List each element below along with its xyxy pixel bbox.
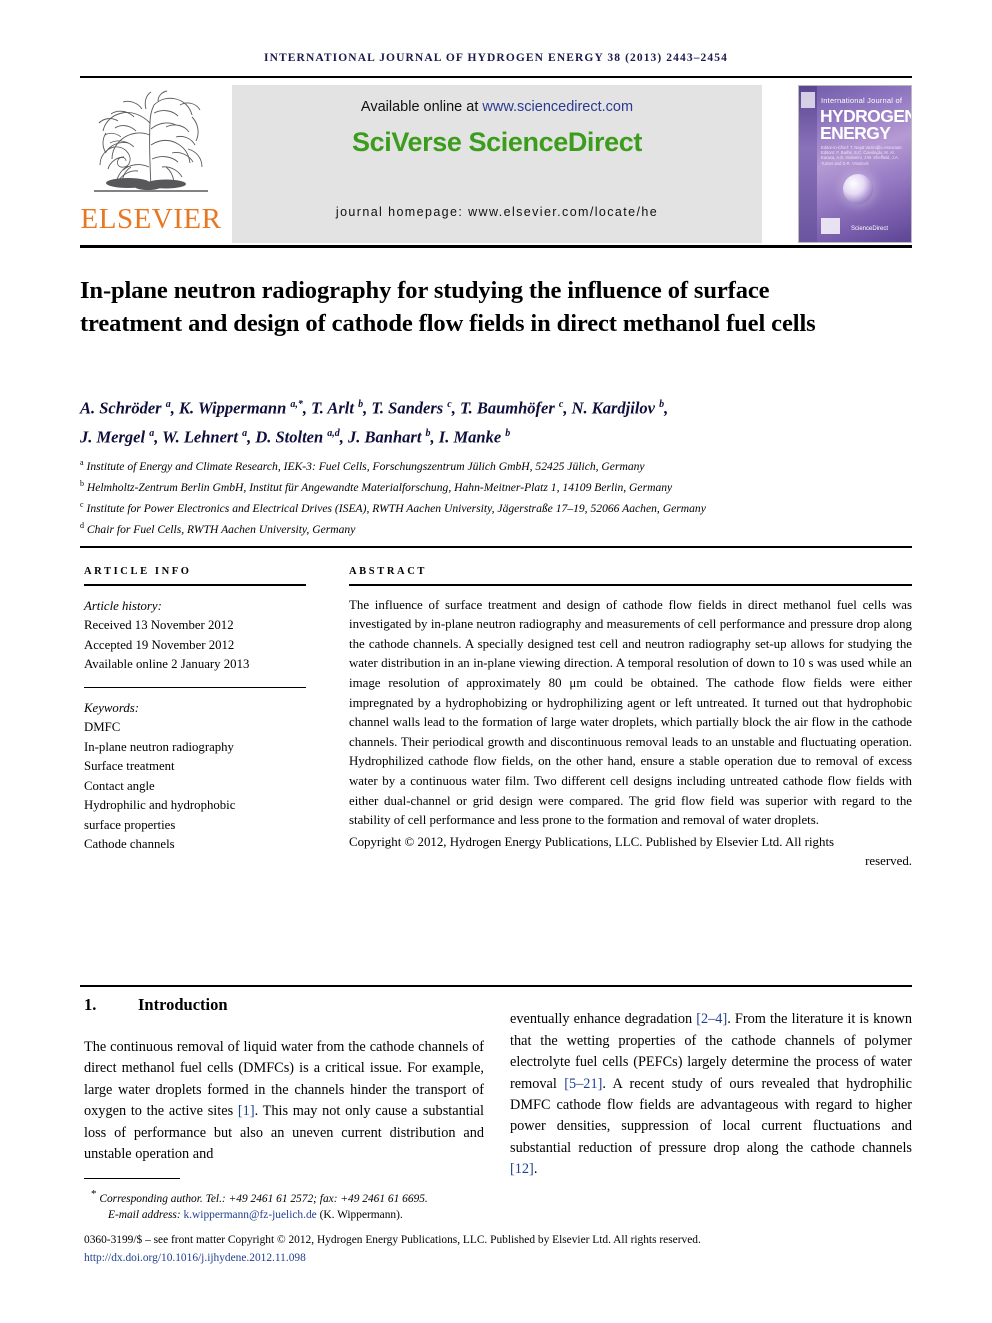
cover-title-energy: ENERGY — [820, 123, 891, 143]
email-suffix: (K. Wippermann). — [316, 1209, 403, 1222]
keyword-item: surface properties — [84, 817, 176, 832]
email-note: E-mail address: k.wippermann@fz-juelich.… — [84, 1207, 914, 1224]
keyword-item: In-plane neutron radiography — [84, 739, 234, 754]
abstract-heading-rule — [349, 584, 912, 586]
body-column-left: 1. Introduction The continuous removal of… — [84, 995, 484, 1180]
cover-hydrogen-energy-logo-icon — [821, 218, 840, 234]
affiliation-b: b Helmholtz-Zentrum Berlin GmbH, Institu… — [80, 478, 673, 494]
cover-spine — [799, 86, 817, 242]
article-history-received: Received 13 November 2012 — [84, 618, 234, 633]
article-history-label: Article history: — [84, 598, 162, 613]
citation-ref[interactable]: [5–21] — [564, 1076, 602, 1092]
keyword-item: Contact angle — [84, 778, 155, 793]
body-column-right: eventually enhance degradation [2–4]. Fr… — [510, 995, 912, 1195]
abstract-body: The influence of surface treatment and d… — [349, 597, 912, 828]
article-info-heading: ARTICLE INFO — [84, 566, 192, 577]
abstract-copyright-main: Copyright © 2012, Hydrogen Energy Public… — [349, 834, 835, 849]
keyword-item: Cathode channels — [84, 837, 175, 852]
keyword-item: DMFC — [84, 720, 121, 735]
abstract-copyright: Copyright © 2012, Hydrogen Energy Public… — [349, 833, 912, 872]
keywords-block: Keywords: DMFC In-plane neutron radiogra… — [84, 699, 306, 855]
issn-copyright-line: 0360-3199/$ – see front matter Copyright… — [84, 1233, 701, 1246]
running-head: International Journal of Hydrogen Energy… — [264, 52, 728, 64]
doi-link[interactable]: http://dx.doi.org/10.1016/j.ijhydene.201… — [84, 1250, 914, 1267]
email-label: E-mail address: — [108, 1209, 184, 1222]
article-history-available: Available online 2 January 2013 — [84, 657, 250, 672]
asterisk-icon: * — [91, 1188, 97, 1200]
abstract-copyright-tail: reserved. — [865, 854, 912, 869]
affiliation-d: d Chair for Fuel Cells, RWTH Aachen Univ… — [80, 520, 356, 536]
author-line-1: A. Schröder a, K. Wippermann a,*, T. Arl… — [80, 398, 669, 418]
article-first-page: International Journal of Hydrogen Energy… — [0, 0, 992, 1323]
citation-ref[interactable]: [2–4] — [696, 1011, 727, 1027]
rule-above-body — [80, 985, 912, 988]
article-info-column: ARTICLE INFO Article history: Received 1… — [84, 566, 306, 855]
intro-paragraph-left: The continuous removal of liquid water f… — [84, 1039, 485, 1163]
author-line-2: J. Mergel a, W. Lehnert a, D. Stolten a,… — [80, 427, 511, 446]
article-history-block: Article history: Received 13 November 20… — [84, 597, 306, 675]
rule-above-info — [80, 546, 912, 548]
citation-ref[interactable]: [12] — [510, 1161, 534, 1177]
elsevier-wordmark: ELSEVIER — [80, 203, 222, 235]
sciverse-sciencedirect-logo[interactable]: SciVerse ScienceDirect — [232, 127, 762, 158]
affiliation-a: a Institute of Energy and Climate Resear… — [80, 458, 645, 473]
elsevier-tree-icon — [94, 90, 208, 192]
section-number: 1. — [84, 995, 97, 1014]
available-online-line: Available online at www.sciencedirect.co… — [232, 99, 762, 115]
section-title: Introduction — [138, 995, 228, 1014]
corresponding-author-note: * Corresponding author. Tel.: +49 2461 6… — [84, 1186, 914, 1207]
keyword-item: Surface treatment — [84, 759, 175, 774]
intro-paragraph-right: eventually enhance degradation [2–4]. Fr… — [510, 1011, 912, 1178]
affiliation-c: c Institute for Power Electronics and El… — [80, 499, 706, 515]
author-list: A. Schröder a, K. Wippermann a,*, T. Arl… — [80, 392, 920, 449]
journal-cover-image: International Journal of HYDROGEN ENERGY… — [798, 85, 912, 243]
abstract-heading: ABSTRACT — [349, 566, 427, 577]
cover-elsevier-mark-icon — [801, 92, 815, 108]
cover-sciencedirect-label: ScienceDirect — [851, 226, 889, 232]
journal-banner: ELSEVIER Available online at www.science… — [80, 85, 912, 243]
email-link[interactable]: k.wippermann@fz-juelich.de — [184, 1209, 317, 1221]
rule-above-banner — [80, 76, 912, 78]
abstract-column: ABSTRACT The influence of surface treatm… — [349, 566, 912, 872]
citation-ref[interactable]: [1] — [238, 1103, 255, 1119]
available-online-prefix: Available online at — [360, 99, 483, 115]
article-history-accepted: Accepted 19 November 2012 — [84, 637, 235, 652]
cover-journal-prefix: International Journal of — [821, 96, 903, 105]
rule-below-banner — [80, 245, 912, 248]
keyword-item: Hydrophilic and hydrophobic — [84, 798, 236, 813]
footnote-rule — [84, 1178, 180, 1180]
elsevier-logo: ELSEVIER — [80, 85, 222, 243]
page-title: In-plane neutron radiography for studyin… — [80, 277, 816, 338]
cover-orb-graphic — [843, 174, 873, 204]
section-heading-introduction: 1. Introduction — [84, 995, 484, 1015]
sciencedirect-url-link[interactable]: www.sciencedirect.com — [482, 99, 633, 115]
banner-center-panel: Available online at www.sciencedirect.co… — [232, 85, 762, 243]
article-info-separator — [84, 686, 306, 688]
keywords-label: Keywords: — [84, 700, 139, 715]
affiliation-list: a Institute of Energy and Climate Resear… — [80, 454, 920, 537]
cover-editors-text: Editor-in-Chief: T. Nejat Veziroğlu Asso… — [821, 145, 902, 166]
article-info-heading-rule — [84, 584, 306, 586]
page-footer: * Corresponding author. Tel.: +49 2461 6… — [84, 1186, 914, 1266]
journal-homepage-line[interactable]: journal homepage: www.elsevier.com/locat… — [232, 205, 762, 219]
corresponding-author-text: Corresponding author. Tel.: +49 2461 61 … — [99, 1192, 428, 1205]
